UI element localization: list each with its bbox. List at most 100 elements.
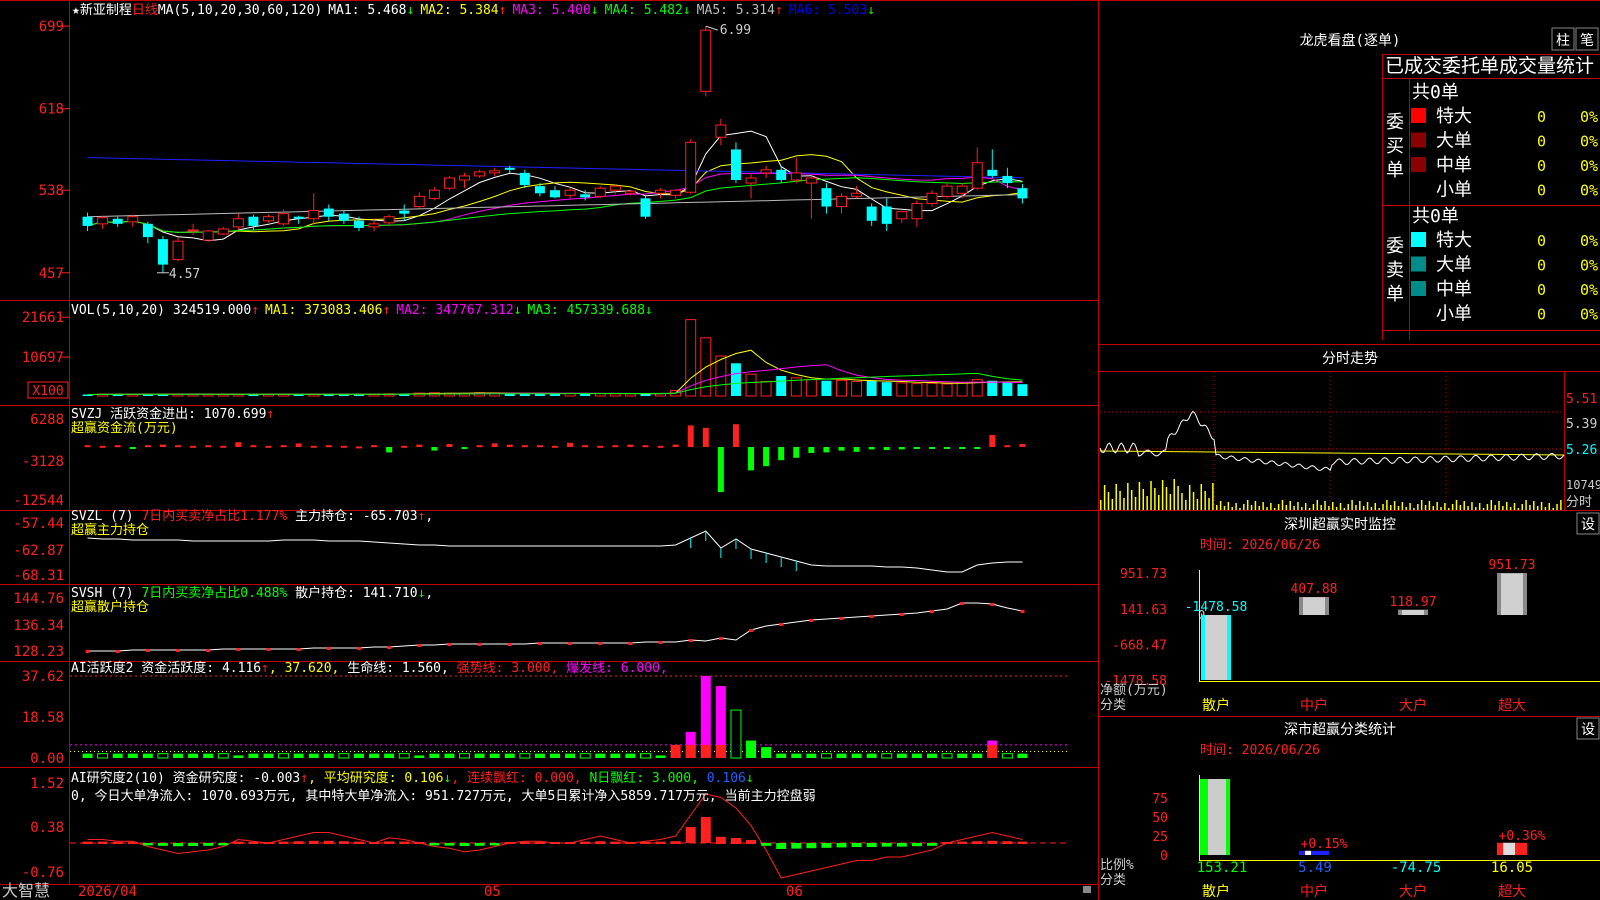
- ai-bar: [97, 753, 109, 759]
- svzj-bar: [431, 447, 438, 451]
- price-tick-label: 699: [39, 19, 64, 35]
- svzj-bar: [491, 443, 498, 447]
- research-bar: [474, 843, 485, 846]
- intraday-volume-bar: [1370, 507, 1373, 510]
- research-bar: [851, 843, 862, 847]
- candle-body-up: [278, 213, 290, 225]
- research-bar: [942, 842, 953, 844]
- volume-bar-down: [866, 380, 877, 396]
- svzj-bar: [989, 435, 996, 447]
- candle-body-up: [745, 177, 757, 184]
- ai-bar: [806, 753, 817, 758]
- svzl-tick-label: -57.44: [13, 516, 64, 532]
- research-bar: [369, 842, 380, 844]
- intraday-volume-bar: [1347, 504, 1349, 510]
- candle-body-down: [776, 169, 787, 181]
- research-nday: N日飘红: 3.000,: [582, 770, 699, 786]
- svzj-bar: [461, 447, 468, 449]
- candle-body-down: [399, 210, 410, 214]
- ai-bar: [82, 753, 93, 758]
- svzj-bar: [732, 424, 739, 447]
- intraday-volume-bar: [1459, 505, 1462, 510]
- research-bar: [519, 841, 530, 844]
- classify-value: 5.49: [1298, 860, 1332, 876]
- ai-bar: [414, 755, 425, 758]
- svzl-prefix: SVZL (7): [71, 509, 141, 524]
- svzj-bar: [687, 425, 694, 447]
- volume-bar-down: [987, 380, 998, 396]
- research-summary: 0, 今日大单净流入: 1070.693万元, 其中特大单净流入: 951.72…: [71, 788, 816, 804]
- classify-bar-edge: [1200, 779, 1204, 855]
- intraday-volume-bar: [1339, 503, 1342, 510]
- price-header: ★新亚制程日线MA(5,10,20,30,60,120) MA1: 5.468↓ M…: [72, 2, 875, 18]
- intraday-vol-label: 分时: [1566, 495, 1592, 510]
- svsh-marker: [537, 642, 542, 645]
- research-bar: [987, 840, 998, 844]
- volume-ma-item: MA3: 457339.688: [528, 303, 645, 318]
- intraday-volume-bar: [1328, 506, 1330, 510]
- intraday-volume-bar: [1448, 508, 1450, 510]
- svzj-bar: [944, 447, 951, 449]
- svsh-marker: [990, 603, 995, 606]
- svzj-bar: [959, 447, 966, 449]
- svsh-marker: [628, 642, 633, 645]
- svzj-title: SVZJ 活跃资金进出: 1070.699: [71, 406, 266, 422]
- ai-bar: [263, 753, 274, 758]
- sell-side-label: 委: [1386, 236, 1404, 257]
- monitor-title: 深圳超赢实时监控: [1284, 516, 1396, 533]
- svsh-marker: [145, 649, 150, 652]
- monitor-bar-label: -1478.58: [1185, 600, 1248, 615]
- intraday-volume-bar: [1200, 484, 1203, 510]
- candle-body-up: [805, 177, 817, 184]
- intraday-volume-bar: [1142, 489, 1145, 510]
- candle-body-down: [866, 206, 877, 221]
- ai-bar: [761, 747, 772, 758]
- monitor-bar: [1299, 597, 1329, 615]
- intraday-volume-bar: [1185, 500, 1187, 510]
- intraday-volume-bar: [1343, 508, 1346, 510]
- intraday-volume-bar: [1146, 496, 1148, 510]
- volume-bar-up: [745, 373, 757, 397]
- research-bar: [685, 827, 696, 843]
- research-bar: [142, 843, 153, 846]
- rows_buy-name: 小单: [1436, 180, 1472, 201]
- volume-bar-up: [941, 383, 953, 397]
- ai-bar-base: [670, 744, 681, 758]
- research-bar: [127, 841, 138, 844]
- svzj-bar: [536, 445, 543, 448]
- svsh-marker: [749, 629, 754, 632]
- svsh-tick-label: 144.76: [13, 591, 64, 607]
- svzj-bar: [310, 445, 317, 448]
- svsh-marker: [869, 615, 874, 618]
- ma120-line: [87, 157, 1023, 179]
- research-bar: [625, 842, 636, 844]
- intraday-volume-bar: [1332, 502, 1334, 510]
- ma5-line: [87, 130, 1023, 242]
- svzj-bar: [401, 445, 408, 448]
- research-bar: [263, 842, 274, 844]
- svzj-bar: [808, 447, 815, 453]
- dragon-title: 龙虎看盘(逐单): [1300, 32, 1401, 49]
- classify-bar-edge: [1226, 779, 1230, 855]
- svsh-marker: [960, 602, 965, 605]
- monitor-tick: -668.47: [1112, 638, 1167, 653]
- intraday-volume-bar: [1324, 501, 1326, 510]
- ai-bar: [791, 753, 802, 758]
- volume-bar-up: [760, 380, 772, 397]
- svzj-bar: [597, 445, 604, 448]
- svzj-bar: [235, 442, 242, 447]
- intraday-volume-bar: [1212, 483, 1214, 510]
- svzj-bar: [1004, 445, 1011, 448]
- research-bar: [248, 841, 259, 844]
- brand-label[interactable]: 大智慧: [2, 881, 50, 900]
- intraday-volume-bar: [1444, 503, 1446, 510]
- rows_buy-pct: 0%: [1580, 157, 1598, 175]
- research-bar: [173, 843, 183, 847]
- intraday-tick: 5.51: [1566, 392, 1597, 407]
- research-bar: [715, 836, 726, 844]
- intraday-volume-bar: [1440, 507, 1442, 510]
- dragon-header: 已成交委托单成交量统计: [1385, 55, 1594, 77]
- ai-bar: [112, 753, 123, 758]
- volume-bar-up: [609, 393, 621, 397]
- ai-header: AI活跃度2 资金活跃度: 4.116↑, 37.620, 生命线: 1.560…: [71, 660, 668, 676]
